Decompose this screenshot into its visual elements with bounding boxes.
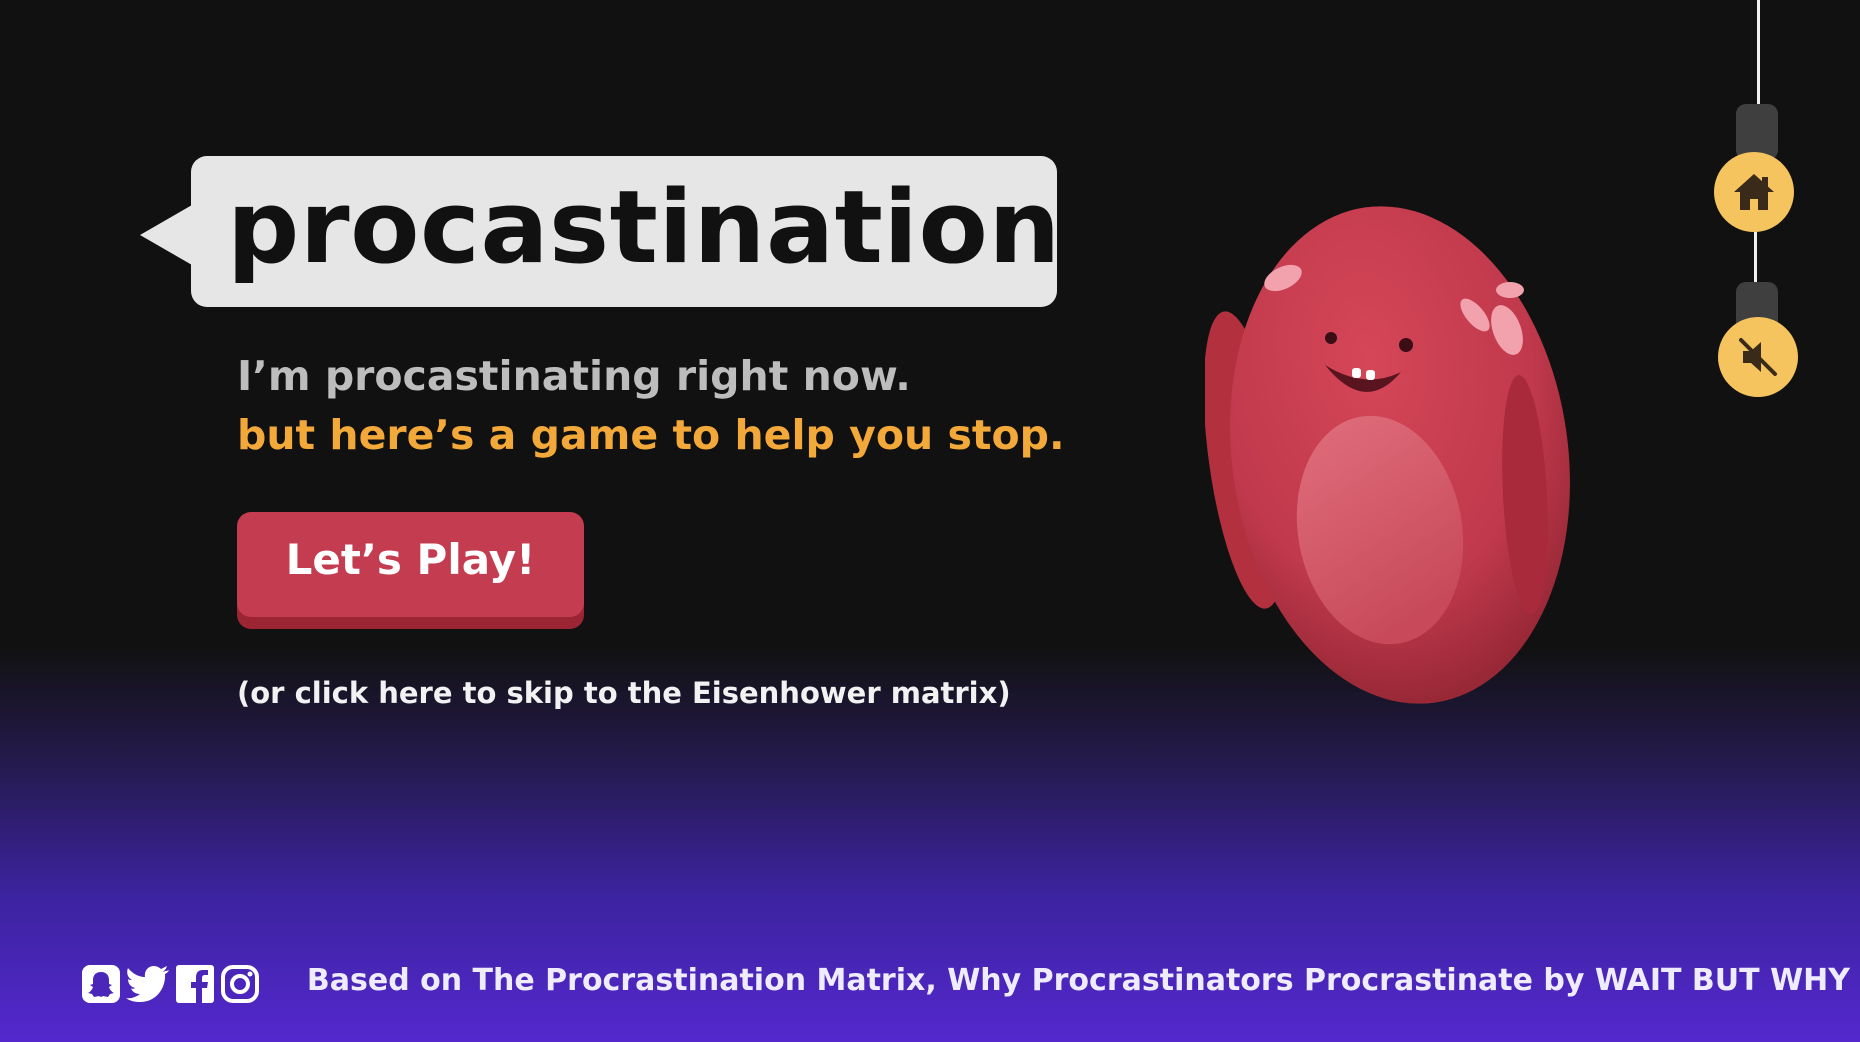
tagline-line-1: I’m procastinating right now.: [237, 352, 911, 400]
snapchat-icon[interactable]: [82, 965, 120, 1007]
home-button[interactable]: [1714, 152, 1794, 232]
monster-character: [1205, 206, 1570, 704]
home-icon: [1734, 174, 1774, 210]
title-bubble: procastination: [140, 156, 1060, 307]
page-title: procastination: [227, 168, 1061, 286]
speaker-muted-icon: [1739, 338, 1777, 376]
mute-cord: [1754, 232, 1757, 282]
tagline-line-2: but here’s a game to help you stop.: [237, 411, 1065, 459]
twitter-icon[interactable]: [126, 965, 170, 1007]
lets-play-button[interactable]: Let’s Play!: [237, 512, 584, 617]
instagram-icon[interactable]: [220, 964, 260, 1008]
facebook-icon[interactable]: [176, 965, 214, 1007]
mute-button[interactable]: [1718, 317, 1798, 397]
credit-text: Based on The Procrastination Matrix, Why…: [306, 963, 1850, 998]
lets-play-label: Let’s Play!: [285, 535, 536, 584]
social-links: [82, 964, 260, 1008]
home-cord: [1757, 0, 1760, 108]
skip-to-matrix-link[interactable]: (or click here to skip to the Eisenhower…: [237, 676, 1011, 710]
